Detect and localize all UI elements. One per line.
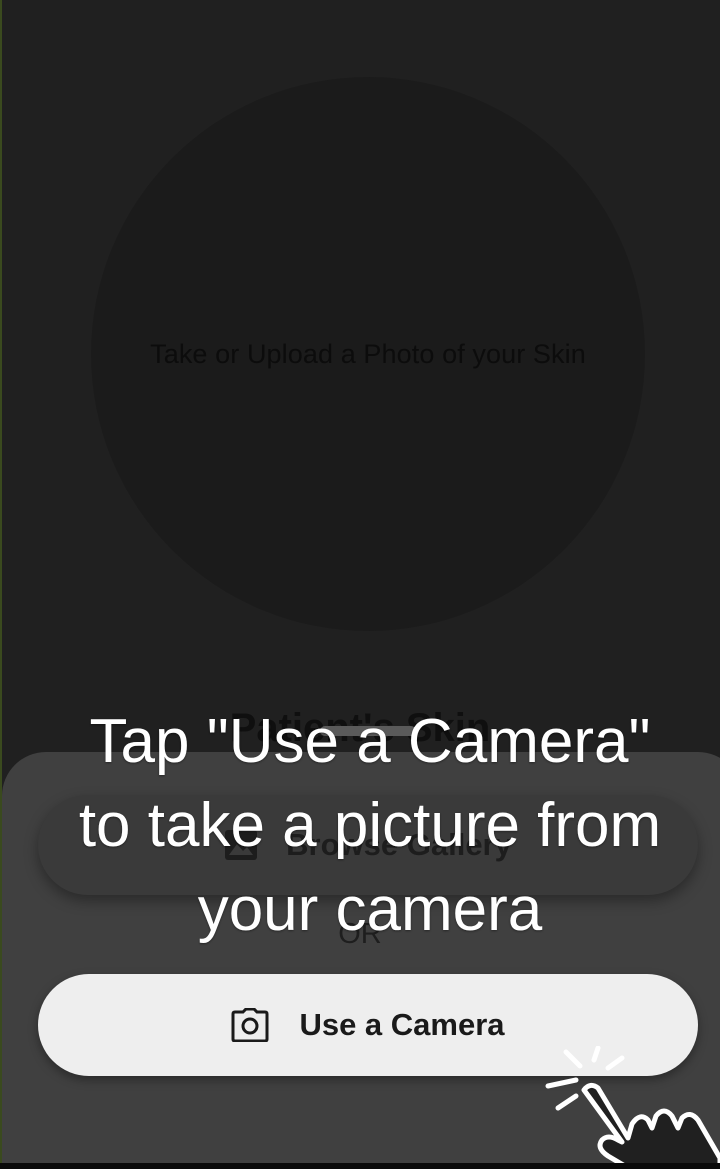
photo-upload-area[interactable]: Take or Upload a Photo of your Skin [91, 77, 645, 631]
camera-icon [231, 1007, 269, 1043]
tutorial-overlay-text: Tap "Use a Camera" to take a picture fro… [30, 700, 710, 952]
tap-hand-icon [536, 1045, 720, 1169]
tutorial-line-1: Tap "Use a Camera" [89, 707, 651, 776]
screen: Take or Upload a Photo of your Skin Pati… [0, 0, 720, 1169]
bottom-edge [0, 1163, 720, 1169]
photo-placeholder-text: Take or Upload a Photo of your Skin [150, 338, 586, 369]
tutorial-line-3: your camera [197, 875, 543, 944]
tutorial-line-2: to take a picture from [78, 791, 662, 860]
use-camera-label: Use a Camera [299, 1007, 505, 1042]
